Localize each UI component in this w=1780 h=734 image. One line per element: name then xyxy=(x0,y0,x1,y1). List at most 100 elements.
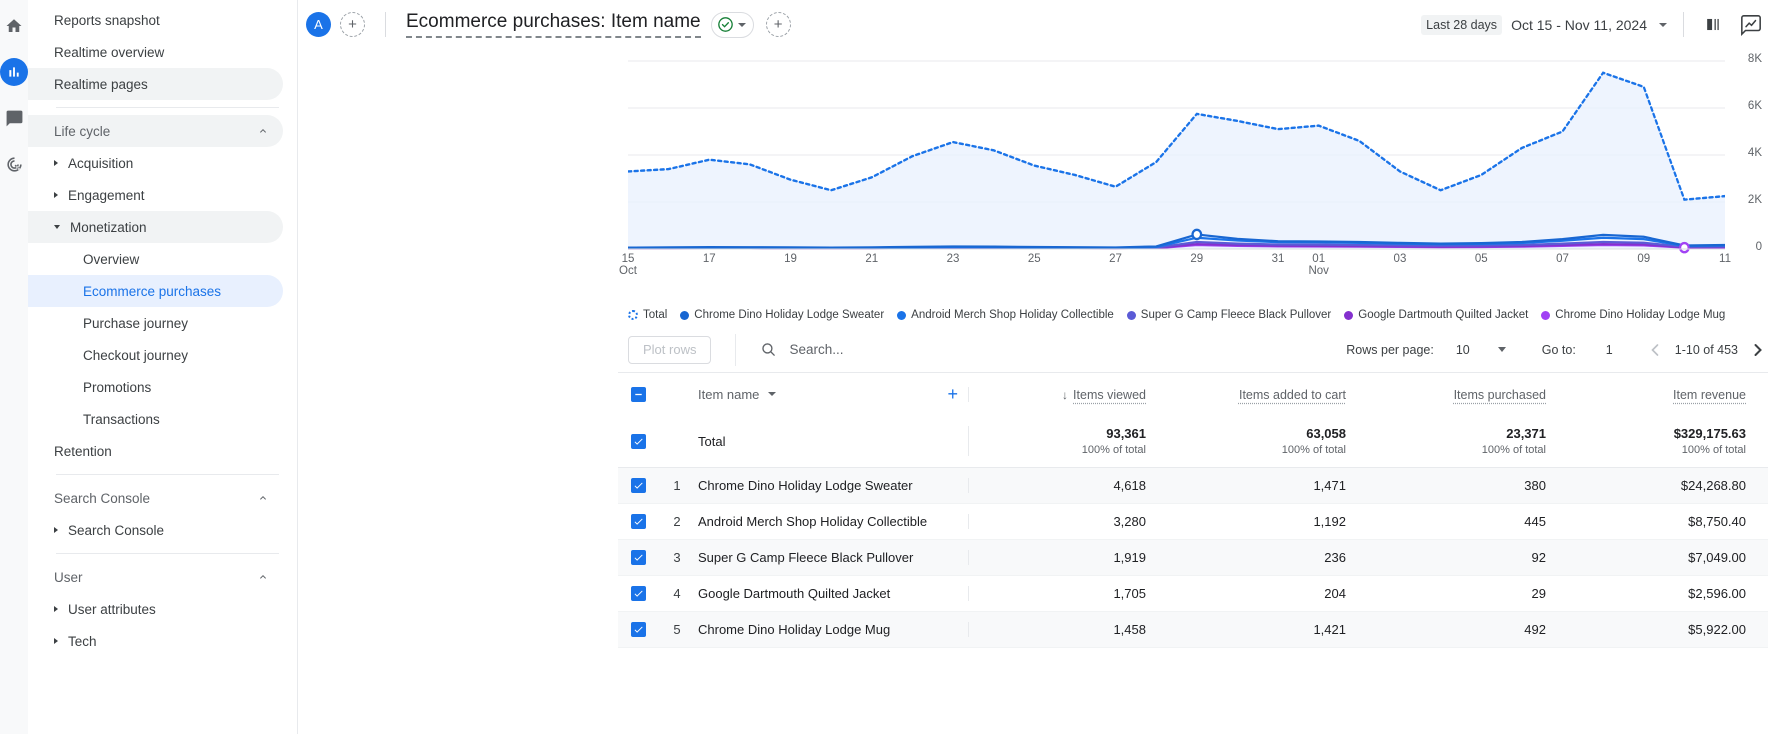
legend-item[interactable]: Android Merch Shop Holiday Collectible xyxy=(897,309,1114,321)
row-checkbox[interactable] xyxy=(618,622,658,637)
sidebar-item-monetization[interactable]: Monetization xyxy=(28,211,283,243)
date-range-label[interactable]: Oct 15 - Nov 11, 2024 xyxy=(1511,17,1647,33)
chevron-right-icon xyxy=(54,606,58,612)
row-items-purchased: 380 xyxy=(1524,478,1546,493)
chart-x-tick: 09 xyxy=(1637,253,1651,265)
row-checkbox[interactable] xyxy=(618,586,658,601)
sidebar-section-search-console[interactable]: Search Console xyxy=(28,482,283,514)
sidebar-item-acquisition[interactable]: Acquisition xyxy=(28,147,283,179)
table-row[interactable]: 5 Chrome Dino Holiday Lodge Mug 1,458 1,42… xyxy=(618,612,1768,648)
trend-chart: 0 2K 4K 6K 8K 15 Oct 17 19 21 23 25 27 29 31 01 Nov 03 05… xyxy=(298,49,1780,301)
row-items-added-to-cart: 236 xyxy=(1324,550,1346,565)
sidebar-item-overview[interactable]: Overview xyxy=(28,243,283,275)
table-row[interactable]: 4 Google Dartmouth Quilted Jacket 1,705 20… xyxy=(618,576,1768,612)
chart-x-tick: 31 xyxy=(1271,253,1285,265)
status-badge[interactable] xyxy=(710,11,754,38)
divider xyxy=(1683,12,1684,37)
chart-x-tick: 05 xyxy=(1474,253,1488,265)
explore-icon[interactable] xyxy=(0,104,28,132)
sidebar-section-life-cycle[interactable]: Life cycle xyxy=(28,115,283,147)
row-items-added-to-cart: 1,192 xyxy=(1313,514,1346,529)
table-row[interactable]: 2 Android Merch Shop Holiday Collectible… xyxy=(618,504,1768,540)
table-row[interactable]: 1 Chrome Dino Holiday Lodge Sweater 4,618… xyxy=(618,468,1768,504)
sidebar-item-engagement[interactable]: Engagement xyxy=(28,179,283,211)
sidebar-item-search-console[interactable]: Search Console xyxy=(28,514,283,546)
sidebar-item-purchase-journey[interactable]: Purchase journey xyxy=(28,307,283,339)
go-to-input[interactable]: 1 xyxy=(1606,343,1613,357)
metric-header-items-purchased[interactable]: Items purchased xyxy=(1368,387,1568,402)
legend-label: Super G Camp Fleece Black Pullover xyxy=(1140,309,1332,321)
legend-item[interactable]: Chrome Dino Holiday Lodge Sweater xyxy=(680,309,884,321)
sidebar-item-realtime-overview[interactable]: Realtime overview xyxy=(28,36,283,68)
sidebar-item-realtime-pages[interactable]: Realtime pages xyxy=(28,68,283,100)
add-dimension-button[interactable]: + xyxy=(947,384,958,405)
row-items-purchased: 445 xyxy=(1524,514,1546,529)
reports-icon[interactable] xyxy=(0,58,28,86)
sidebar-item-reports-snapshot[interactable]: Reports snapshot xyxy=(28,4,283,36)
total-row-label: Total xyxy=(698,433,726,449)
row-checkbox[interactable] xyxy=(618,478,658,493)
select-all-checkbox[interactable] xyxy=(618,386,658,402)
avatar[interactable]: A xyxy=(306,12,331,37)
row-item-name[interactable]: Chrome Dino Holiday Lodge Sweater xyxy=(696,478,968,493)
sidebar-item-label: Transactions xyxy=(83,411,160,427)
row-item-revenue: $2,596.00 xyxy=(1688,586,1746,601)
legend-item[interactable]: Chrome Dino Holiday Lodge Mug xyxy=(1541,309,1725,321)
sidebar-section-label: Life cycle xyxy=(54,123,111,139)
legend-item[interactable]: Total xyxy=(628,309,667,321)
sidebar-item-user-attributes[interactable]: User attributes xyxy=(28,593,283,625)
row-checkbox[interactable] xyxy=(618,514,658,529)
sidebar-item-label: Engagement xyxy=(68,187,145,203)
sort-desc-icon: ↓ xyxy=(1062,387,1069,402)
plot-rows-button[interactable]: Plot rows xyxy=(628,335,712,364)
add-segment-button[interactable]: + xyxy=(765,12,791,37)
legend-item[interactable]: Google Dartmouth Quilted Jacket xyxy=(1344,309,1528,321)
metric-header-item-revenue[interactable]: Item revenue xyxy=(1568,387,1768,402)
sidebar-item-retention[interactable]: Retention xyxy=(28,435,283,467)
sidebar-item-checkout-journey[interactable]: Checkout journey xyxy=(28,339,283,371)
row-items-added-to-cart: 1,421 xyxy=(1313,622,1346,637)
row-item-name[interactable]: Android Merch Shop Holiday Collectible xyxy=(696,514,968,529)
table-row[interactable]: 3 Super G Camp Fleece Black Pullover 1,91… xyxy=(618,540,1768,576)
previous-page-button[interactable] xyxy=(1645,340,1665,360)
sidebar-item-promotions[interactable]: Promotions xyxy=(28,371,283,403)
row-item-name[interactable]: Chrome Dino Holiday Lodge Mug xyxy=(696,622,968,637)
sidebar-divider xyxy=(56,107,279,108)
sidebar-section-user[interactable]: User xyxy=(28,561,283,593)
sidebar-item-label: Reports snapshot xyxy=(54,12,160,28)
row-item-name[interactable]: Google Dartmouth Quilted Jacket xyxy=(696,586,968,601)
legend-item[interactable]: Super G Camp Fleece Black Pullover xyxy=(1126,309,1332,321)
chevron-down-icon[interactable] xyxy=(1497,347,1506,352)
insights-icon[interactable] xyxy=(1738,12,1764,38)
metric-header-items-added-to-cart[interactable]: Items added to cart xyxy=(1168,387,1368,402)
chart-y-tick: 4K xyxy=(1747,147,1762,159)
sidebar-item-tech[interactable]: Tech xyxy=(28,625,283,657)
chart-x-tick: 19 xyxy=(784,253,797,265)
advertising-icon[interactable] xyxy=(0,150,28,178)
sidebar-item-transactions[interactable]: Transactions xyxy=(28,403,283,435)
rows-per-page-value[interactable]: 10 xyxy=(1456,343,1470,357)
dimension-header-label: Item name xyxy=(698,387,777,402)
chevron-down-icon[interactable] xyxy=(1659,22,1667,27)
divider xyxy=(385,12,386,37)
sidebar-item-ecommerce-purchases[interactable]: Ecommerce purchases xyxy=(28,275,283,307)
row-checkbox[interactable] xyxy=(618,550,658,565)
row-item-revenue: $24,268.80 xyxy=(1680,478,1746,493)
table-toolbar: Plot rows Search... Rows per page: 10 Go… xyxy=(618,327,1768,373)
total-row-checkbox[interactable] xyxy=(618,433,658,449)
add-comparison-button[interactable]: + xyxy=(340,12,365,37)
legend-color-dot xyxy=(1344,310,1354,320)
checkbox-checked xyxy=(630,550,646,565)
chart-x-tick: 29 xyxy=(1190,253,1204,265)
row-item-name[interactable]: Super G Camp Fleece Black Pullover xyxy=(696,550,968,565)
dimension-header[interactable]: Item name + xyxy=(696,384,968,405)
next-page-button[interactable] xyxy=(1748,340,1768,360)
metric-header-items-viewed[interactable]: ↓ Items viewed xyxy=(968,386,1168,402)
checkbox-checked xyxy=(630,622,646,637)
legend-color-dot xyxy=(1126,310,1136,320)
compare-icon[interactable] xyxy=(1700,12,1726,38)
checkbox-checked xyxy=(630,478,646,493)
home-icon[interactable] xyxy=(0,12,28,40)
search-input[interactable]: Search... xyxy=(735,333,1346,366)
sidebar-item-label: Checkout journey xyxy=(83,347,189,363)
